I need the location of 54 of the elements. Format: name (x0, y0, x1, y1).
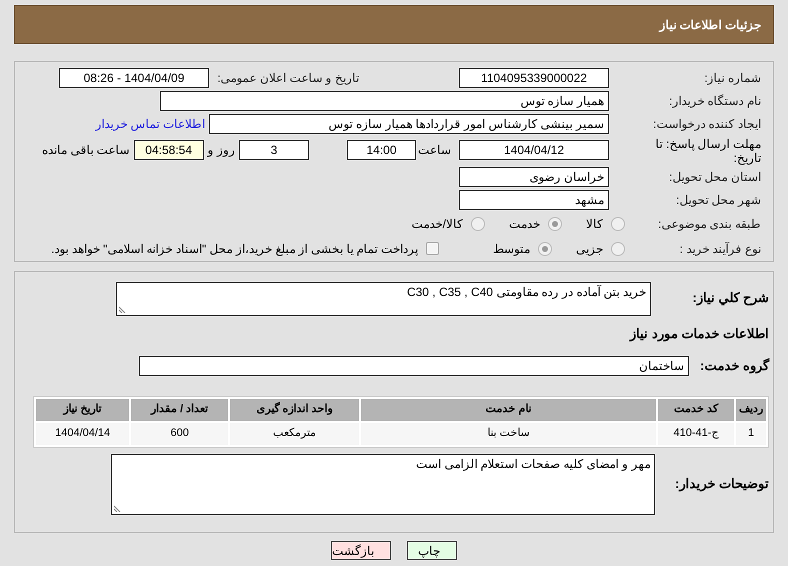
radio-label: کالا (586, 216, 603, 232)
buyer-contact-link[interactable]: اطلاعات تماس خریدار (95, 114, 205, 132)
field-label: مهلت ارسال پاسخ: تا تاریخ: (654, 136, 761, 165)
column-header: تعداد / مقدار (131, 398, 228, 420)
table-cell: 600 (131, 422, 228, 444)
text-field[interactable]: مشهد (459, 190, 609, 210)
field-label: نام دستگاه خریدار: (668, 92, 761, 110)
table-cell: ساخت بنا (360, 422, 656, 444)
checkbox-label: پرداخت تمام یا بخشی از مبلغ خرید،از محل "اسناد خزانه اسلامی" خواهد بود. (51, 240, 418, 258)
column-header: تاریخ نیاز (36, 398, 130, 420)
days-label: روز و (208, 142, 235, 159)
section-title: اطلاعات خدمات مورد نیاز (628, 325, 769, 344)
radio-label: خدمت (509, 216, 540, 232)
text-field[interactable]: 1104095339000022 (459, 68, 609, 88)
field-label: گروه خدمت: (699, 356, 769, 376)
table-cell: ج-41-410 (658, 422, 734, 444)
field-label: تاریخ و ساعت اعلان عمومی: (216, 70, 359, 86)
field-label: استان محل تحویل: (668, 168, 761, 186)
field-label: شرح کلي نياز: (691, 289, 769, 308)
resize-grip-icon (114, 504, 122, 512)
text-field[interactable]: خراسان رضوی (459, 166, 609, 186)
table-cell: 1404/04/14 (36, 422, 130, 444)
table-cell: 1 (736, 422, 766, 444)
text-field[interactable]: 3 (239, 140, 309, 160)
text-field[interactable]: همیار سازه توس (160, 90, 609, 110)
field-label: ایجاد کننده درخواست: (653, 116, 761, 132)
text-field[interactable]: 04:58:54 (134, 140, 204, 160)
text-area[interactable]: مهر و امضای کلیه صفحات استعلام الزامی است (111, 454, 656, 514)
table-cell: مترمکعب (230, 422, 359, 444)
back-button[interactable]: بازگشت (331, 541, 391, 560)
text-field[interactable]: ساختمان (139, 356, 689, 376)
remaining-label: ساعت باقی مانده (42, 142, 130, 159)
text-field[interactable]: سمیر بینشی کارشناس امور قراردادها همیار سازه توس (209, 114, 609, 134)
text-field[interactable]: 1404/04/12 (459, 140, 609, 160)
page-title: جزئیات اطلاعات نیاز (659, 16, 761, 34)
field-label: نوع فرآیند خرید : (678, 240, 761, 258)
checkbox[interactable] (426, 242, 439, 255)
column-header: نام خدمت (360, 398, 656, 420)
radio-label: متوسط (493, 240, 530, 258)
resize-grip-icon (119, 305, 127, 313)
time-label: ساعت (417, 142, 451, 159)
print-button[interactable]: چاپ (407, 541, 457, 560)
text-field[interactable]: 14:00 (347, 140, 416, 160)
column-header: کد خدمت (658, 398, 734, 420)
radio-label: کالا/خدمت (412, 216, 463, 232)
field-label: شهر محل تحویل: (674, 192, 761, 208)
radio-label: جزیی (576, 240, 603, 258)
text-field[interactable]: 1404/04/09 - 08:26 (59, 68, 209, 88)
field-label: شماره نیاز: (703, 70, 761, 86)
column-header: واحد اندازه گیری (230, 398, 359, 420)
field-label: توضیحات خریدار: (674, 475, 769, 494)
column-header: ردیف (736, 398, 766, 420)
text-area[interactable]: خرید بتن آماده در رده مقاومتی C30 , C35 , C40 (116, 282, 651, 316)
field-label: طبقه بندی موضوعی: (656, 216, 761, 232)
